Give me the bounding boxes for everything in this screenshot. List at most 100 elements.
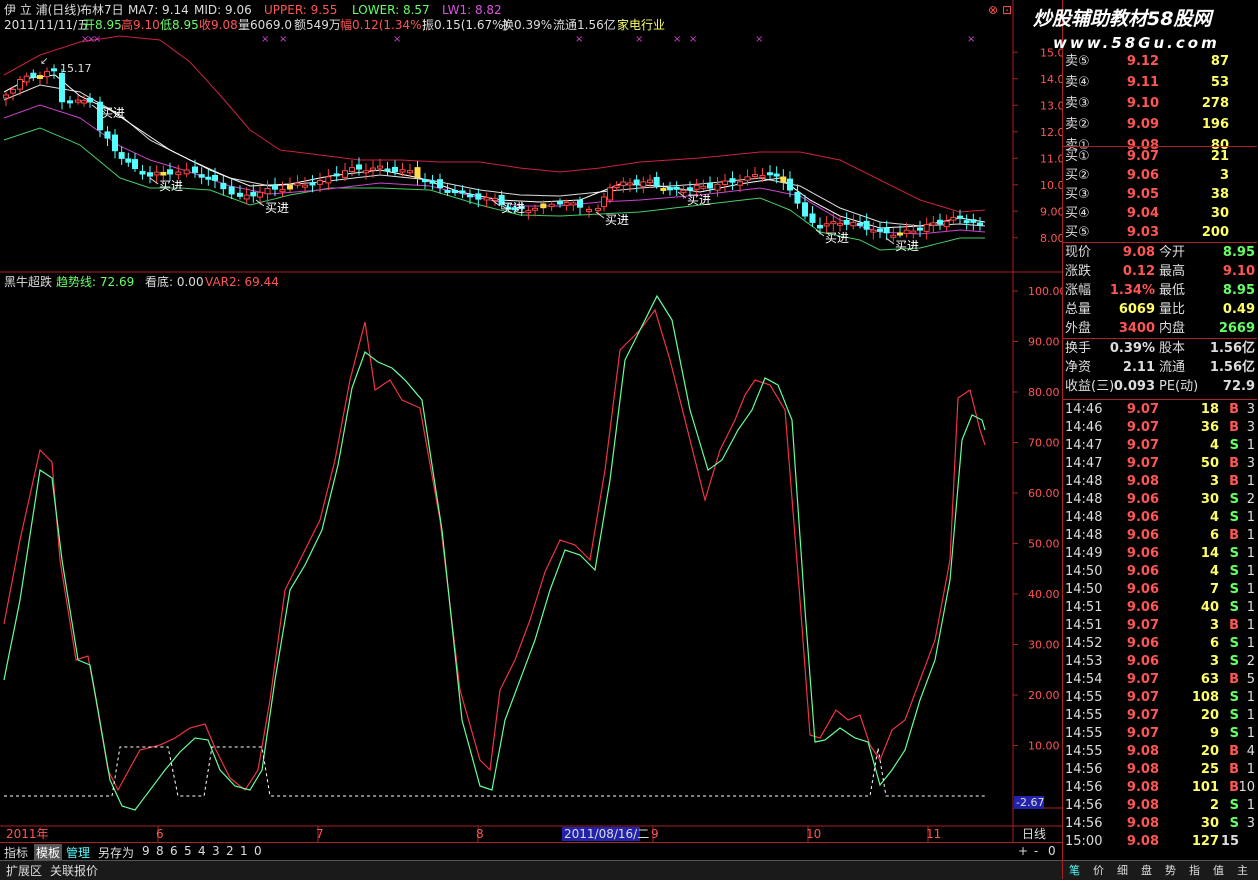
tick-row[interactable]: 14:55 9.07 20 S 1 bbox=[1063, 706, 1257, 725]
panel-tab[interactable]: 值 bbox=[1213, 862, 1224, 878]
stat-row[interactable]: 净资 2.11 流通 1.56亿 bbox=[1063, 358, 1257, 377]
tick-count: 1 bbox=[1246, 474, 1255, 489]
restore-chart-icon[interactable]: ⊡ bbox=[1002, 3, 1012, 17]
panel-tab[interactable]: 势 bbox=[1165, 862, 1176, 878]
tick-time: 14:46 bbox=[1065, 402, 1103, 417]
candle bbox=[752, 174, 758, 178]
manage-tab[interactable]: 管理 bbox=[66, 844, 90, 861]
candle bbox=[923, 224, 930, 232]
candle bbox=[139, 170, 146, 175]
bid-row[interactable]: 买④ 9.04 30 bbox=[1063, 204, 1257, 223]
tick-row[interactable]: 14:50 9.06 4 S 1 bbox=[1063, 562, 1257, 581]
tick-row[interactable]: 14:48 9.06 4 S 1 bbox=[1063, 508, 1257, 527]
candle bbox=[667, 187, 673, 191]
close-chart-icon[interactable]: ⊗ bbox=[988, 3, 998, 17]
bid-row[interactable]: 买② 9.06 3 bbox=[1063, 166, 1257, 185]
candle bbox=[532, 207, 538, 211]
period-label[interactable]: 日线 bbox=[1022, 827, 1046, 841]
stat-label: 股本 bbox=[1159, 341, 1186, 356]
stat-row[interactable]: 现价 9.08 今开 8.95 bbox=[1063, 243, 1257, 262]
digit-0[interactable]: 0 bbox=[254, 844, 262, 858]
panel-tab[interactable]: 价 bbox=[1093, 862, 1104, 878]
digit-5[interactable]: 5 bbox=[184, 844, 192, 858]
candle bbox=[601, 196, 607, 208]
tick-row[interactable]: 14:55 9.07 9 S 1 bbox=[1063, 724, 1257, 743]
tick-row[interactable]: 14:55 9.07 108 S 1 bbox=[1063, 688, 1257, 707]
tick-row[interactable]: 14:56 9.08 2 S 1 bbox=[1063, 796, 1257, 815]
tick-row[interactable]: 14:53 9.06 3 S 2 bbox=[1063, 652, 1257, 671]
indicator-tab[interactable]: 指标 bbox=[4, 844, 28, 861]
stat-row[interactable]: 外盘 3400 内盘 2669 bbox=[1063, 319, 1257, 338]
panel-tab[interactable]: 盘 bbox=[1141, 862, 1152, 878]
tick-row[interactable]: 14:49 9.06 14 S 1 bbox=[1063, 544, 1257, 563]
tick-row[interactable]: 14:48 9.06 30 S 2 bbox=[1063, 490, 1257, 509]
zoom-out-button[interactable]: - bbox=[1034, 844, 1038, 858]
ask-level-label: 卖② bbox=[1065, 117, 1090, 132]
signal-star-icon: × bbox=[635, 34, 643, 45]
panel-tab[interactable]: 笔 bbox=[1069, 862, 1080, 878]
digit-3[interactable]: 3 bbox=[212, 844, 220, 858]
digit-8[interactable]: 8 bbox=[156, 844, 164, 858]
digit-4[interactable]: 4 bbox=[198, 844, 206, 858]
tick-row[interactable]: 14:50 9.06 7 S 1 bbox=[1063, 580, 1257, 599]
tick-row[interactable]: 14:48 9.08 3 B 1 bbox=[1063, 472, 1257, 491]
ask-row[interactable]: 卖② 9.09 196 bbox=[1063, 115, 1257, 134]
digit-6[interactable]: 6 bbox=[170, 844, 178, 858]
template-tab[interactable]: 模板 bbox=[34, 844, 63, 861]
stat-row[interactable]: 涨跌 0.12 最高 9.10 bbox=[1063, 262, 1257, 281]
tick-row[interactable]: 14:56 9.08 30 S 3 bbox=[1063, 814, 1257, 833]
tick-row[interactable]: 14:55 9.08 20 B 4 bbox=[1063, 742, 1257, 761]
candle bbox=[687, 187, 693, 191]
stat-value: 0.093 bbox=[1113, 379, 1155, 394]
tick-row[interactable]: 14:54 9.07 63 B 5 bbox=[1063, 670, 1257, 689]
candle bbox=[87, 97, 93, 103]
tick-volume: 7 bbox=[1209, 582, 1219, 597]
reset-zoom-button[interactable]: 0 bbox=[1048, 844, 1056, 858]
tick-row[interactable]: 15:00 9.08 127 15 bbox=[1063, 832, 1257, 851]
candle bbox=[837, 222, 843, 226]
digit-2[interactable]: 2 bbox=[226, 844, 234, 858]
tick-row[interactable]: 14:56 9.08 101 B 10 bbox=[1063, 778, 1257, 797]
stat-value: 9.08 bbox=[1122, 245, 1155, 260]
tick-time: 14:48 bbox=[1065, 528, 1103, 543]
ask-row[interactable]: 卖⑤ 9.12 87 bbox=[1063, 52, 1257, 71]
stat-label: 今开 bbox=[1159, 245, 1186, 260]
expand-area-tab[interactable]: 扩展区 bbox=[6, 862, 42, 879]
tick-price: 9.06 bbox=[1126, 528, 1159, 543]
tick-row[interactable]: 14:51 9.07 3 B 1 bbox=[1063, 616, 1257, 635]
tick-row[interactable]: 14:52 9.06 6 S 1 bbox=[1063, 634, 1257, 653]
tick-row[interactable]: 14:46 9.07 36 B 3 bbox=[1063, 418, 1257, 437]
tick-time: 14:55 bbox=[1065, 744, 1103, 759]
digit-9[interactable]: 9 bbox=[142, 844, 150, 858]
tick-row[interactable]: 14:47 9.07 4 S 1 bbox=[1063, 436, 1257, 455]
tick-row[interactable]: 14:56 9.08 25 B 1 bbox=[1063, 760, 1257, 779]
bid-row[interactable]: 买⑤ 9.03 200 bbox=[1063, 223, 1257, 242]
panel-tab[interactable]: 主 bbox=[1237, 862, 1248, 878]
chart-area[interactable]: 买进买进买进买进买进买进买进买进 ××××××××××××↙ 15.0014.0… bbox=[0, 0, 1062, 842]
candle bbox=[257, 191, 263, 198]
related-quotes-tab[interactable]: 关联报价 bbox=[50, 862, 98, 879]
bid-row[interactable]: 买① 9.07 21 bbox=[1063, 147, 1257, 166]
tick-price: 9.07 bbox=[1126, 672, 1159, 687]
stat-row[interactable]: 收益(三) 0.093 PE(动) 72.9 bbox=[1063, 377, 1257, 396]
tick-row[interactable]: 14:47 9.07 50 B 3 bbox=[1063, 454, 1257, 473]
tick-row[interactable]: 14:48 9.06 6 B 1 bbox=[1063, 526, 1257, 545]
x-axis-year: 2011年 bbox=[6, 827, 49, 841]
bid-row[interactable]: 买③ 9.05 38 bbox=[1063, 185, 1257, 204]
ask-row[interactable]: 卖④ 9.11 53 bbox=[1063, 73, 1257, 92]
panel-tab[interactable]: 指 bbox=[1189, 862, 1200, 878]
tick-row[interactable]: 14:46 9.07 18 B 3 bbox=[1063, 400, 1257, 419]
watermark-url: www.58Gu.com bbox=[1053, 34, 1220, 52]
stat-row[interactable]: 总量 6069 量比 0.49 bbox=[1063, 300, 1257, 319]
candle bbox=[787, 178, 793, 191]
tick-row[interactable]: 14:51 9.06 40 S 1 bbox=[1063, 598, 1257, 617]
signal-star-icon: × bbox=[755, 34, 763, 45]
panel-tab[interactable]: 细 bbox=[1117, 862, 1128, 878]
digit-1[interactable]: 1 bbox=[240, 844, 248, 858]
stat-row[interactable]: 换手 0.39% 股本 1.56亿 bbox=[1063, 339, 1257, 358]
stat-row[interactable]: 涨幅 1.34% 最低 8.95 bbox=[1063, 281, 1257, 300]
zoom-in-button[interactable]: + bbox=[1018, 844, 1028, 858]
ask-row[interactable]: 卖③ 9.10 278 bbox=[1063, 94, 1257, 113]
save-as-tab[interactable]: 另存为 bbox=[98, 844, 134, 861]
bid-price: 9.07 bbox=[1126, 149, 1159, 164]
